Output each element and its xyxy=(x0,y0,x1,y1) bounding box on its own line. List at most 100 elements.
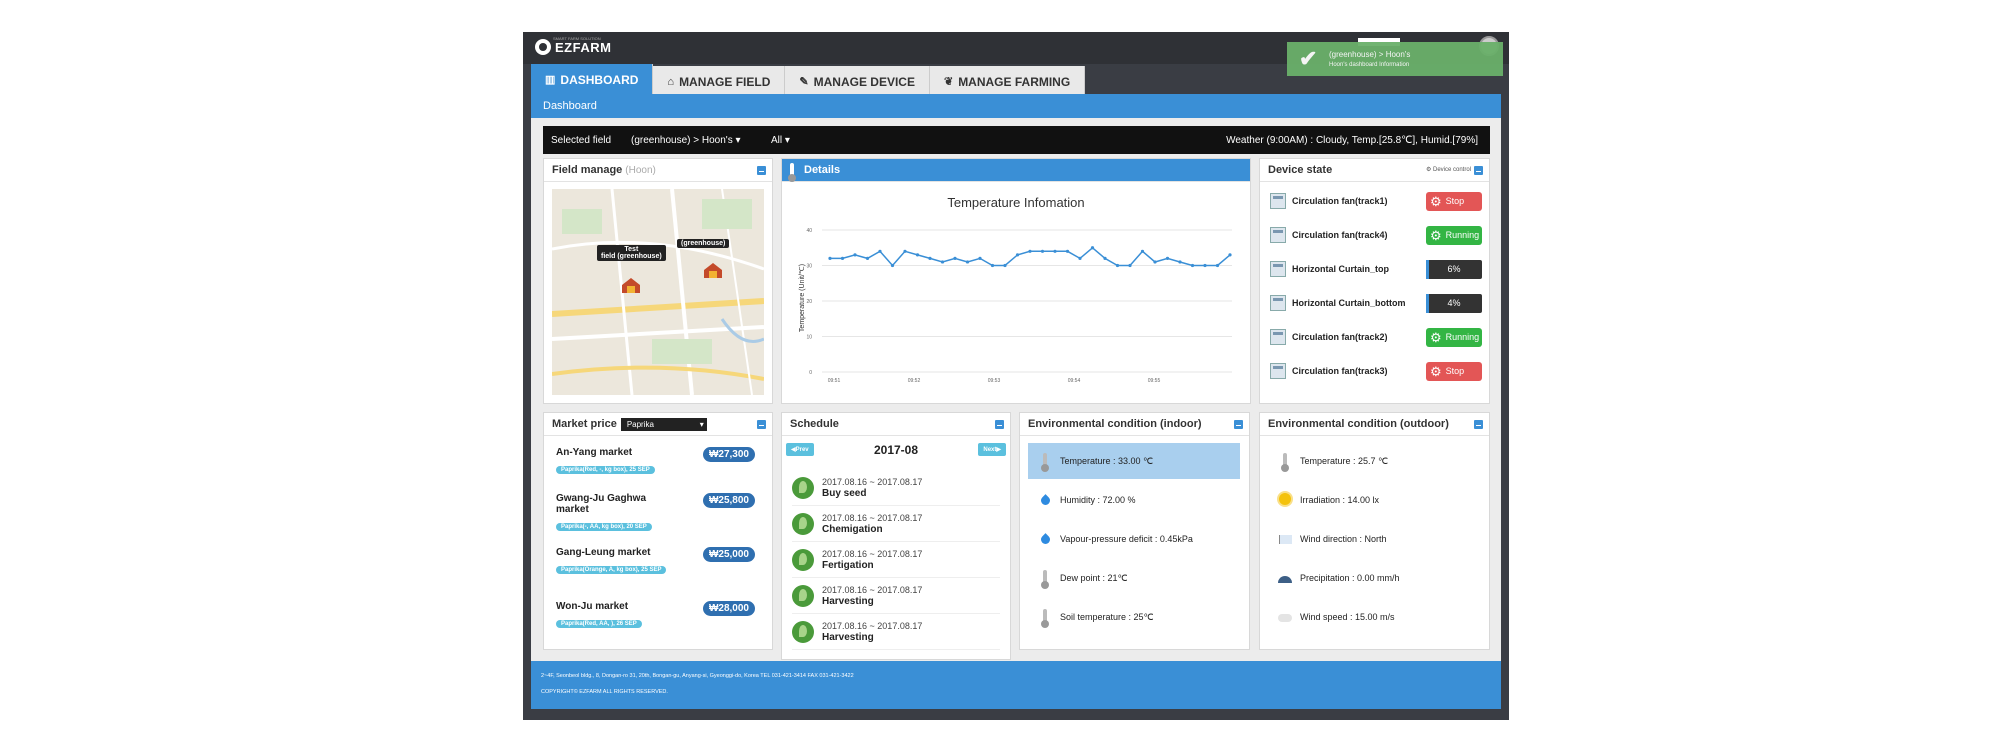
device-status: 4% xyxy=(1447,298,1461,308)
device-icon xyxy=(1270,261,1286,277)
filter-select[interactable]: All ▾ xyxy=(771,135,790,146)
device-row: Horizontal Curtain_bottom 4% xyxy=(1270,293,1482,313)
chart-data-point xyxy=(865,256,870,260)
device-icon xyxy=(1270,329,1286,345)
water-drop-icon xyxy=(1038,532,1052,546)
condition-icon-wrap xyxy=(1036,608,1054,628)
device-toggle-button[interactable]: ⚙ Running xyxy=(1426,225,1482,245)
condition-row: Wind direction : North xyxy=(1268,521,1480,557)
tab-label: MANAGE FIELD xyxy=(679,74,771,89)
chart-data-point xyxy=(1053,249,1057,253)
schedule-title: Fertigation xyxy=(822,560,874,571)
schedule-item[interactable]: 2017.08.16 ~ 2017.08.17 Buy seed xyxy=(792,471,1000,506)
schedule-item[interactable]: 2017.08.16 ~ 2017.08.17 Harvesting xyxy=(792,579,1000,614)
gear-icon: ⚙ xyxy=(1430,227,1442,243)
curtain-level-bar[interactable]: 4% xyxy=(1426,293,1482,313)
market-item[interactable]: An-Yang market Paprika(Red, -, kg box), 2… xyxy=(556,447,761,476)
pin-label-line1: Test xyxy=(624,246,639,253)
logo[interactable]: EZFARM xyxy=(535,39,611,55)
tab-manage-field[interactable]: ⌂ MANAGE FIELD xyxy=(653,66,786,97)
device-state-panel: Device state ⚙ Device control Circulatio… xyxy=(1259,158,1490,404)
condition-icon-wrap xyxy=(1276,610,1294,625)
condition-icon-wrap xyxy=(1276,532,1294,547)
panel-title: Environmental condition (outdoor) xyxy=(1268,418,1449,430)
chart-data-point xyxy=(1078,256,1082,260)
device-row: Circulation fan(track3) ⚙ Stop xyxy=(1270,361,1482,381)
collapse-icon[interactable] xyxy=(1474,420,1483,429)
collapse-icon[interactable] xyxy=(1234,420,1243,429)
notification-toast[interactable]: ✔ (greenhouse) > Hoon's Hoon's dashboard… xyxy=(1287,42,1503,76)
collapse-icon[interactable] xyxy=(1474,166,1483,175)
tab-dashboard[interactable]: ▥ DASHBOARD xyxy=(531,64,654,95)
field-select[interactable]: (greenhouse) > Hoon's ▾ xyxy=(631,135,741,146)
field-map[interactable]: Test field (greenhouse) (greenhouse) xyxy=(552,189,764,395)
plant-icon xyxy=(792,477,814,499)
chart-x-tick-label: 09:54 xyxy=(1068,378,1081,384)
leaf-icon: ❦ xyxy=(943,76,954,88)
chart-data-point xyxy=(1128,263,1132,268)
chart-data-point xyxy=(840,256,845,260)
market-product-tag: Paprika(Red, AA, ), 26 SEP xyxy=(556,620,642,628)
chart-data-point xyxy=(1015,253,1020,257)
plant-icon xyxy=(792,621,814,643)
panel-title: Schedule xyxy=(790,418,839,430)
chart-x-ticks: 09:51 09:52 09:53 09:54 09:55 xyxy=(828,378,1161,384)
toast-message: Hoon's dashboard Information xyxy=(1329,62,1410,68)
schedule-month: 2017-08 xyxy=(873,443,919,457)
map-roads xyxy=(552,189,764,395)
chart-data-point xyxy=(1153,260,1157,264)
collapse-icon[interactable] xyxy=(995,420,1004,429)
thermometer-icon xyxy=(1041,608,1049,628)
schedule-item[interactable]: 2017.08.16 ~ 2017.08.17 Harvesting xyxy=(792,615,1000,650)
device-row: Horizontal Curtain_top 6% xyxy=(1270,259,1482,279)
chart-data-point xyxy=(1190,263,1195,268)
schedule-text: 2017.08.16 ~ 2017.08.17 Buy seed xyxy=(822,477,922,499)
schedule-item[interactable]: 2017.08.16 ~ 2017.08.17 Fertigation xyxy=(792,543,1000,578)
collapse-icon[interactable] xyxy=(757,166,766,175)
device-name: Circulation fan(track2) xyxy=(1292,332,1388,342)
thermometer-icon xyxy=(1041,452,1049,472)
panel-title: Field manage xyxy=(552,164,623,176)
device-toggle-button[interactable]: ⚙ Running xyxy=(1426,327,1482,347)
greenhouse-marker-icon[interactable] xyxy=(702,261,724,279)
tab-manage-farming[interactable]: ❦ MANAGE FARMING xyxy=(929,66,1086,97)
greenhouse-marker-icon[interactable] xyxy=(620,276,642,294)
chart-data-point xyxy=(928,256,932,260)
sun-icon xyxy=(1279,492,1291,505)
next-month-button[interactable]: Next▶ xyxy=(978,443,1006,456)
market-item[interactable]: Gang-Leung market Paprika(Orange, A, kg b… xyxy=(556,547,761,576)
market-item[interactable]: Won-Ju market Paprika(Red, AA, ), 26 SEP ₩… xyxy=(556,601,761,630)
device-status: Running xyxy=(1445,332,1480,342)
device-icon xyxy=(1270,363,1286,379)
chart-y-axis-label: Temperature (Unit/℃) xyxy=(799,264,806,332)
map-pin-label: (greenhouse) xyxy=(677,239,730,248)
market-price-badge: ₩28,000 xyxy=(702,601,755,616)
curtain-level-fill xyxy=(1426,259,1430,279)
schedule-date: 2017.08.16 ~ 2017.08.17 xyxy=(822,621,923,631)
device-status: Stop xyxy=(1445,366,1465,376)
panel-header: Environmental condition (outdoor) xyxy=(1260,413,1489,436)
schedule-item[interactable]: 2017.08.16 ~ 2017.08.17 Chemigation xyxy=(792,507,1000,542)
market-item[interactable]: Gwang-Ju Gaghwa market Paprika(-, AA, kg … xyxy=(556,493,761,533)
water-drop-icon xyxy=(1038,493,1052,507)
device-control-label: Device control xyxy=(1432,167,1471,173)
device-row: Circulation fan(track2) ⚙ Running xyxy=(1270,327,1482,347)
schedule-title: Harvesting xyxy=(822,632,874,643)
product-select[interactable]: Paprika xyxy=(620,417,707,431)
market-price-badge: ₩25,800 xyxy=(702,493,755,508)
main-nav: ▥ DASHBOARD ⌂ MANAGE FIELD ✎ MANAGE DEVI… xyxy=(531,64,1086,97)
device-name: Circulation fan(track1) xyxy=(1292,196,1388,206)
schedule-date: 2017.08.16 ~ 2017.08.17 xyxy=(822,477,923,487)
device-toggle-button[interactable]: ⚙ Stop xyxy=(1426,191,1482,211)
check-icon: ✔ xyxy=(1299,46,1318,71)
device-icon xyxy=(1270,193,1286,209)
curtain-level-bar[interactable]: 6% xyxy=(1426,259,1482,279)
device-control-link[interactable]: ⚙ Device control xyxy=(1426,166,1471,173)
collapse-icon[interactable] xyxy=(757,420,766,429)
market-name: Won-Ju market xyxy=(556,601,629,612)
condition-icon-wrap xyxy=(1036,569,1054,589)
chart-y-tick-label: 30 xyxy=(806,264,812,270)
tab-manage-device[interactable]: ✎ MANAGE DEVICE xyxy=(785,66,930,97)
device-toggle-button[interactable]: ⚙ Stop xyxy=(1426,361,1482,381)
prev-month-button[interactable]: ◀Prev xyxy=(786,443,814,456)
